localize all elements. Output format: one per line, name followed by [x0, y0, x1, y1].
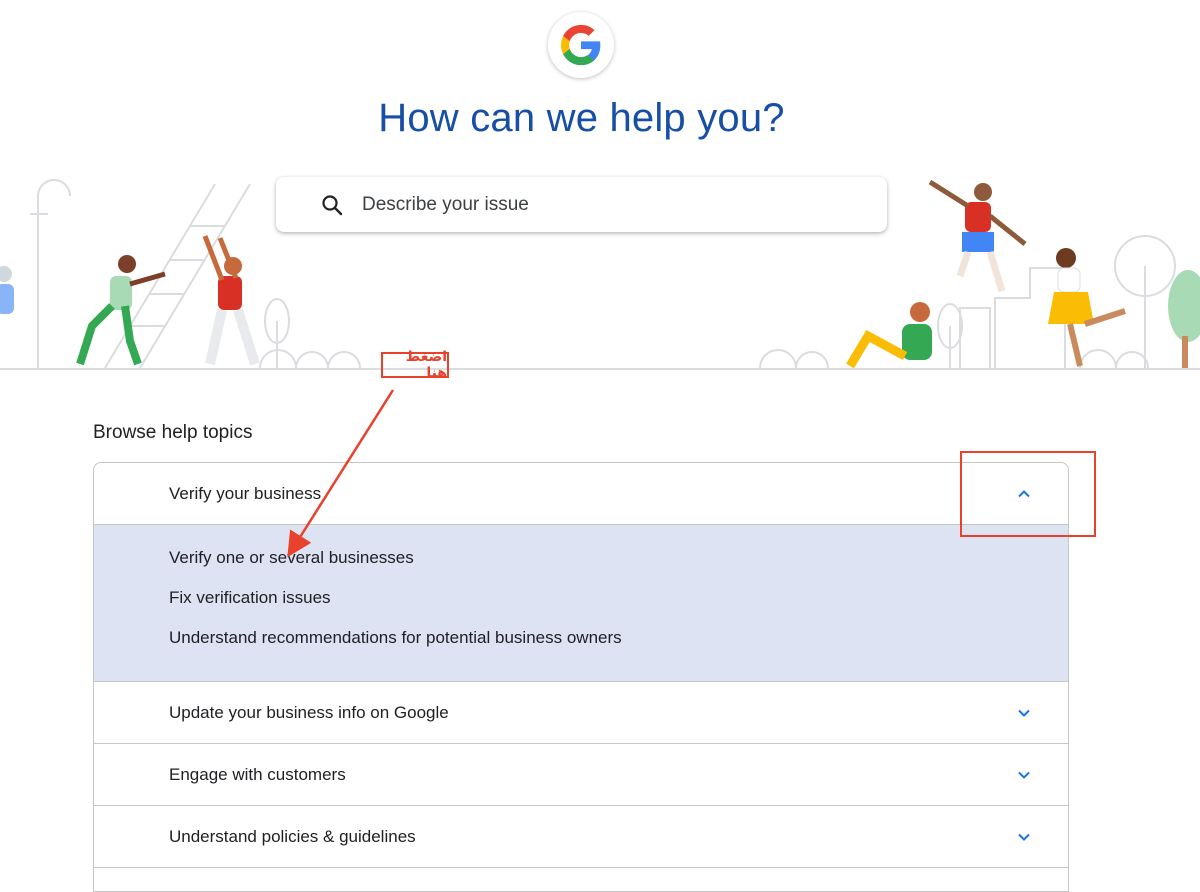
- topic-label: Engage with customers: [169, 764, 346, 784]
- topic-label: Understand policies & guidelines: [169, 826, 416, 846]
- search-bar[interactable]: [276, 177, 887, 232]
- topic-policies-guidelines[interactable]: Understand policies & guidelines: [94, 806, 1068, 868]
- topics-accordion: Verify your business Verify one or sever…: [93, 462, 1069, 892]
- page-title: How can we help you?: [378, 96, 785, 140]
- topic-label: Update your business info on Google: [169, 702, 449, 722]
- search-input[interactable]: [360, 192, 844, 217]
- link-verify-businesses[interactable]: Verify one or several businesses: [169, 547, 993, 587]
- google-g-icon: [561, 24, 601, 66]
- annotation-highlight-box: [960, 451, 1096, 537]
- topic-verify-business[interactable]: Verify your business: [94, 463, 1068, 525]
- topic-engage-customers[interactable]: Engage with customers: [94, 744, 1068, 806]
- topic-update-business-info[interactable]: Update your business info on Google: [94, 682, 1068, 744]
- google-logo[interactable]: [548, 12, 614, 78]
- topic-label: Verify your business: [169, 483, 322, 503]
- annotation-label: اضغط هنا: [381, 349, 449, 381]
- topic-verify-business-panel: Verify one or several businesses Fix ver…: [94, 525, 1068, 682]
- browse-topics-heading: Browse help topics: [93, 422, 253, 443]
- link-recommendations[interactable]: Understand recommendations for potential…: [169, 627, 993, 667]
- chevron-down-icon[interactable]: [1016, 767, 1032, 783]
- chevron-down-icon[interactable]: [1016, 705, 1032, 721]
- link-fix-verification[interactable]: Fix verification issues: [169, 587, 993, 627]
- search-icon: [322, 194, 343, 215]
- chevron-down-icon[interactable]: [1016, 829, 1032, 845]
